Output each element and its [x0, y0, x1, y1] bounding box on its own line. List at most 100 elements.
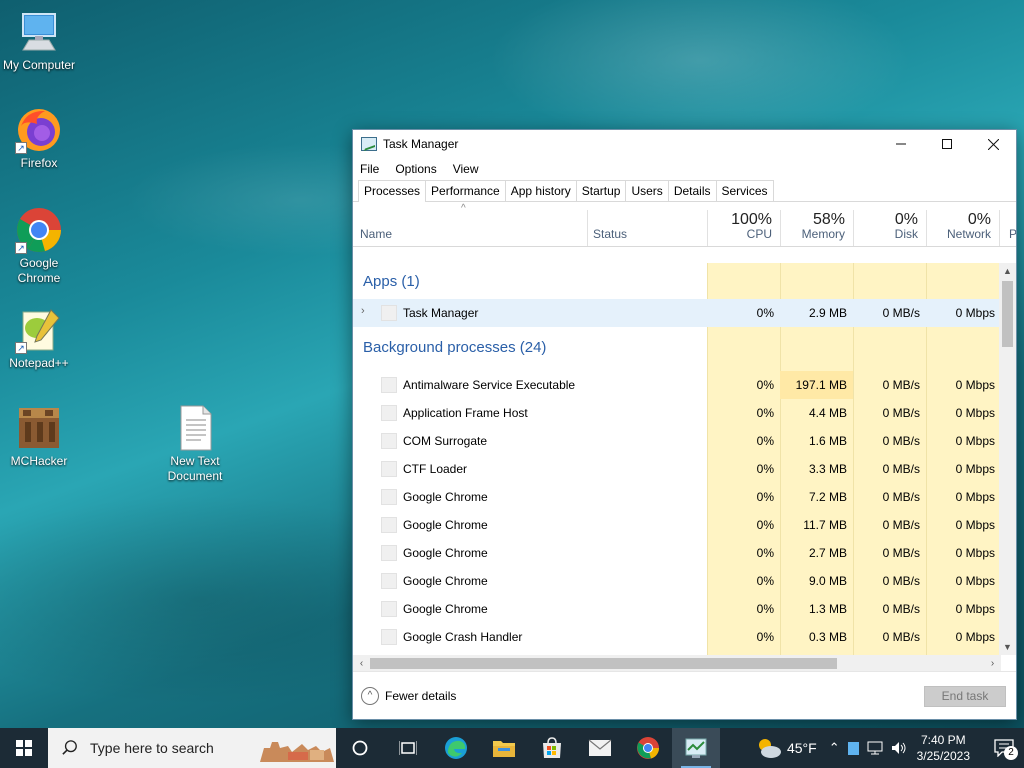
process-disk: 0 MB/s	[882, 406, 920, 420]
scroll-left-icon[interactable]: ‹	[353, 655, 370, 672]
title-bar[interactable]: Task Manager	[353, 130, 1016, 158]
tab-users[interactable]: Users	[625, 180, 669, 201]
scroll-down-icon[interactable]: ▼	[999, 639, 1016, 655]
network-icon[interactable]	[867, 741, 883, 755]
horizontal-scrollbar[interactable]: ‹ ›	[353, 655, 1001, 672]
process-row-task-manager[interactable]: › Task Manager 0% 2.9 MB 0 MB/s 0 Mbps	[353, 299, 1001, 327]
desktop-icon-notepad-plus-plus[interactable]: ↗ Notepad++	[1, 306, 77, 371]
tab-app-history[interactable]: App history	[504, 180, 577, 201]
chevron-right-icon[interactable]: ›	[361, 305, 365, 317]
weather-widget[interactable]: 45°F	[755, 737, 817, 759]
vertical-scrollbar[interactable]: ▲ ▼	[999, 263, 1016, 655]
column-cpu[interactable]: 100% CPU	[707, 202, 780, 246]
taskbar-google-chrome[interactable]	[624, 728, 672, 768]
store-icon	[543, 737, 561, 758]
start-button[interactable]	[0, 728, 48, 768]
scroll-up-icon[interactable]: ▲	[999, 263, 1016, 279]
column-disk[interactable]: 0% Disk	[853, 202, 926, 246]
tab-services[interactable]: Services	[715, 180, 774, 201]
cortana-button[interactable]	[336, 728, 384, 768]
taskbar-task-manager[interactable]	[672, 728, 720, 768]
process-icon	[381, 545, 397, 561]
column-memory[interactable]: 58% Memory	[780, 202, 853, 246]
process-memory: 197.1 MB	[795, 378, 847, 392]
group-apps-header[interactable]: Apps (1)	[363, 273, 420, 290]
clock[interactable]: 7:40 PM 3/25/2023	[917, 732, 970, 764]
tab-startup[interactable]: Startup	[575, 180, 627, 201]
desktop-icon-firefox[interactable]: ↗ Firefox	[1, 106, 77, 171]
process-row[interactable]: Google Chrome 0% 11.7 MB 0 MB/s 0 Mbps	[353, 511, 1001, 539]
menu-file[interactable]: File	[359, 162, 386, 176]
process-cpu: 0%	[756, 378, 774, 392]
desktop-icon-label: Google Chrome	[17, 256, 61, 285]
task-view-icon	[399, 741, 417, 755]
notification-badge: 2	[1004, 746, 1018, 760]
folder-icon	[493, 741, 515, 757]
taskbar-microsoft-store[interactable]	[528, 728, 576, 768]
desktop-icon-new-text-document[interactable]: New Text Document	[157, 404, 233, 484]
process-row[interactable]: COM Surrogate 0% 1.6 MB 0 MB/s 0 Mbps	[353, 427, 1001, 455]
scroll-thumb-horizontal[interactable]	[370, 658, 837, 669]
process-name: CTF Loader	[403, 462, 468, 476]
tray-app-icon[interactable]	[847, 741, 859, 755]
shortcut-arrow-icon: ↗	[15, 242, 27, 254]
process-row[interactable]: Google Chrome 0% 2.7 MB 0 MB/s 0 Mbps	[353, 539, 1001, 567]
taskbar-file-explorer[interactable]	[480, 728, 528, 768]
process-cpu: 0%	[756, 518, 774, 532]
process-network: 0 Mbps	[955, 574, 995, 588]
chevron-up-icon[interactable]: ⌃	[829, 740, 840, 756]
column-network[interactable]: 0% Network	[926, 202, 999, 246]
process-icon	[381, 433, 397, 449]
column-name[interactable]: ^ Name	[353, 202, 587, 246]
task-manager-window: Task Manager File Options View Processes…	[352, 129, 1017, 720]
column-status[interactable]: Status	[587, 202, 707, 246]
process-cpu: 0%	[756, 574, 774, 588]
search-icon	[62, 740, 77, 755]
process-row[interactable]: Google Chrome 0% 1.3 MB 0 MB/s 0 Mbps	[353, 595, 1001, 623]
menu-view[interactable]: View	[452, 162, 486, 176]
column-header: ^ Name Status 100% CPU 58% Memory 0% Dis…	[353, 202, 1016, 247]
group-background-header[interactable]: Background processes (24)	[363, 339, 707, 356]
process-network: 0 Mbps	[955, 406, 995, 420]
process-icon	[381, 517, 397, 533]
tab-processes[interactable]: Processes	[358, 180, 427, 202]
tab-details[interactable]: Details	[667, 180, 717, 201]
scroll-thumb[interactable]	[1002, 281, 1013, 347]
column-power[interactable]: P	[999, 202, 1016, 246]
process-row[interactable]: Antimalware Service Executable 0% 197.1 MB…	[353, 371, 1001, 399]
process-row[interactable]: Application Frame Host 0% 4.4 MB 0 MB/s 0 Mb…	[353, 399, 1001, 427]
desktop-icon-my-computer[interactable]: My Computer	[1, 8, 77, 73]
process-row[interactable]: Google Crash Handler 0% 0.3 MB 0 MB/s 0 Mbps	[353, 623, 1001, 651]
taskbar-edge[interactable]	[432, 728, 480, 768]
process-row[interactable]: Google Chrome 0% 9.0 MB 0 MB/s 0 Mbps	[353, 567, 1001, 595]
process-network: 0 Mbps	[955, 462, 995, 476]
process-network: 0 Mbps	[955, 630, 995, 644]
process-row[interactable]: Google Chrome 0% 7.2 MB 0 MB/s 0 Mbps	[353, 483, 1001, 511]
process-cpu: 0%	[756, 462, 774, 476]
end-task-button[interactable]: End task	[924, 686, 1006, 707]
process-disk: 0 MB/s	[882, 490, 920, 504]
maximize-button[interactable]	[924, 130, 970, 158]
volume-icon[interactable]	[891, 741, 907, 755]
search-placeholder: Type here to search	[90, 740, 214, 756]
shortcut-arrow-icon: ↗	[15, 342, 27, 354]
task-view-button[interactable]	[384, 728, 432, 768]
taskbar-search-box[interactable]: Type here to search	[48, 728, 336, 768]
process-network: 0 Mbps	[955, 434, 995, 448]
process-row[interactable]: CTF Loader 0% 3.3 MB 0 MB/s 0 Mbps	[353, 455, 1001, 483]
scroll-right-icon[interactable]: ›	[984, 655, 1001, 672]
app-icon	[381, 305, 397, 321]
close-button[interactable]	[970, 130, 1016, 158]
desktop-icon-google-chrome[interactable]: ↗ Google Chrome	[1, 206, 77, 286]
taskbar-mail[interactable]	[576, 728, 624, 768]
tab-performance[interactable]: Performance	[425, 180, 506, 201]
process-disk: 0 MB/s	[882, 462, 920, 476]
notification-center-button[interactable]: 2	[984, 728, 1024, 768]
menu-options[interactable]: Options	[394, 162, 443, 176]
fewer-details-button[interactable]: ^ Fewer details	[361, 687, 456, 705]
process-memory: 2.7 MB	[808, 546, 847, 560]
process-network: 0 Mbps	[955, 490, 995, 504]
desktop-icon-mchacker[interactable]: MCHacker	[1, 404, 77, 469]
minimize-button[interactable]	[878, 130, 924, 158]
cortana-circle-icon	[352, 740, 368, 756]
